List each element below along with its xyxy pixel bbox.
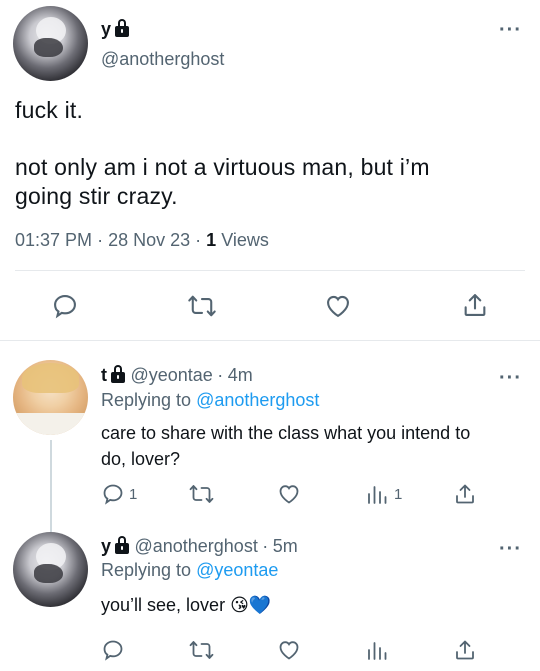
divider — [0, 340, 540, 341]
tweet-meta: 01:37 PM · 28 Nov 23 · 1 Views — [15, 230, 269, 251]
meta-separator: · — [97, 230, 104, 250]
views-label[interactable]: Views — [221, 230, 269, 250]
share-icon[interactable] — [453, 482, 477, 506]
tweet-time[interactable]: 01:37 PM — [15, 230, 92, 250]
user-handle[interactable]: @anotherghost — [101, 49, 224, 70]
avatar-hair — [22, 363, 79, 393]
avatar-hand — [34, 37, 63, 57]
blue-heart-emoji: 💙 — [248, 595, 272, 615]
reply-count: 1 — [129, 486, 138, 503]
lock-icon — [110, 365, 126, 383]
reply-text: you’ll see, lover 😘💙 — [101, 592, 271, 618]
replying-to-link[interactable]: @anotherghost — [196, 390, 319, 410]
replying-to: Replying to @yeontae — [101, 560, 278, 581]
kiss-emoji: 😘 — [230, 595, 249, 615]
reply-time[interactable]: 5m — [273, 536, 298, 556]
divider — [15, 270, 525, 271]
share-icon[interactable] — [461, 291, 489, 319]
more-icon[interactable]: ··· — [499, 20, 522, 40]
user-handle[interactable]: @yeontae — [130, 365, 212, 385]
avatar-hand — [34, 563, 63, 583]
like-icon[interactable] — [277, 482, 301, 506]
tweet-date[interactable]: 28 Nov 23 — [108, 230, 190, 250]
reply-time[interactable]: 4m — [228, 365, 253, 385]
display-name[interactable]: y — [101, 19, 111, 39]
reply-text-body: you’ll see, lover — [101, 595, 226, 615]
avatar-shirt — [13, 412, 88, 435]
more-icon[interactable]: ··· — [499, 368, 522, 388]
views-icon[interactable] — [366, 482, 388, 506]
like-icon[interactable] — [277, 638, 301, 662]
display-name[interactable]: y — [101, 536, 111, 556]
meta-separator: · — [262, 536, 269, 556]
replying-to: Replying to @anotherghost — [101, 390, 319, 411]
more-icon[interactable]: ··· — [499, 539, 522, 559]
views-count: 1 — [394, 486, 403, 503]
avatar-anotherghost[interactable] — [13, 532, 88, 607]
tweet-text-line2: not only am i not a virtuous man, but i’… — [15, 154, 430, 180]
tweet-text-line1: fuck it. — [15, 97, 84, 123]
avatar-yeontae[interactable] — [13, 360, 88, 435]
lock-icon — [114, 19, 130, 37]
display-name[interactable]: t — [101, 365, 107, 385]
reply-icon[interactable] — [101, 638, 125, 662]
lock-icon — [114, 536, 130, 554]
replying-prefix: Replying to — [101, 390, 192, 410]
meta-separator: · — [195, 230, 202, 250]
retweet-icon[interactable] — [187, 292, 217, 320]
views-count: 1 — [206, 230, 217, 250]
share-icon[interactable] — [453, 638, 477, 662]
reply-icon[interactable] — [51, 292, 79, 320]
replying-prefix: Replying to — [101, 560, 192, 580]
retweet-icon[interactable] — [188, 638, 215, 662]
user-handle[interactable]: @anotherghost — [134, 536, 257, 556]
tweet-text-line3: going stir crazy. — [15, 183, 178, 209]
views-icon[interactable] — [366, 638, 388, 662]
reply-icon[interactable] — [101, 482, 125, 506]
reply-text-line2: do, lover? — [101, 449, 181, 469]
retweet-icon[interactable] — [188, 482, 215, 506]
thread-line — [50, 440, 52, 532]
like-icon[interactable] — [324, 292, 352, 320]
avatar-anotherghost[interactable] — [13, 6, 88, 81]
replying-to-link[interactable]: @yeontae — [196, 560, 278, 580]
meta-separator: · — [217, 365, 224, 385]
reply-text-line1: care to share with the class what you in… — [101, 423, 471, 443]
